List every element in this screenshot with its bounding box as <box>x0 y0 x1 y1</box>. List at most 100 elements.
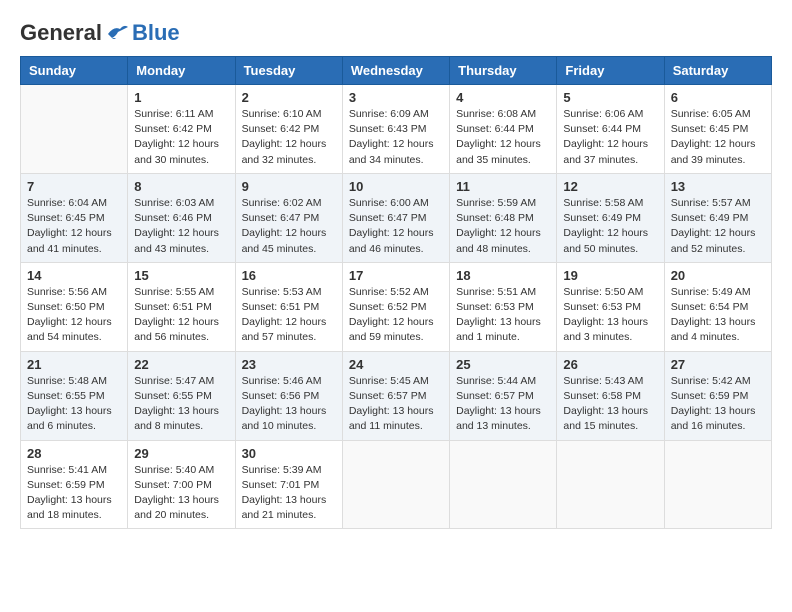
calendar-day-cell: 14 Sunrise: 5:56 AM Sunset: 6:50 PM Dayli… <box>21 262 128 351</box>
day-number: 22 <box>134 357 228 372</box>
day-number: 18 <box>456 268 550 283</box>
day-info: Sunrise: 6:11 AM Sunset: 6:42 PM Dayligh… <box>134 107 228 168</box>
day-number: 14 <box>27 268 121 283</box>
day-info: Sunrise: 6:10 AM Sunset: 6:42 PM Dayligh… <box>242 107 336 168</box>
calendar-day-cell: 9 Sunrise: 6:02 AM Sunset: 6:47 PM Daylig… <box>235 173 342 262</box>
calendar-day-cell: 23 Sunrise: 5:46 AM Sunset: 6:56 PM Dayli… <box>235 351 342 440</box>
day-info: Sunrise: 5:42 AM Sunset: 6:59 PM Dayligh… <box>671 374 765 435</box>
calendar-week-row: 21 Sunrise: 5:48 AM Sunset: 6:55 PM Dayli… <box>21 351 772 440</box>
day-number: 30 <box>242 446 336 461</box>
day-number: 13 <box>671 179 765 194</box>
calendar-day-cell <box>342 440 449 529</box>
day-number: 3 <box>349 90 443 105</box>
calendar-day-cell: 11 Sunrise: 5:59 AM Sunset: 6:48 PM Dayli… <box>450 173 557 262</box>
calendar-header-saturday: Saturday <box>664 57 771 85</box>
calendar-header-row: SundayMondayTuesdayWednesdayThursdayFrid… <box>21 57 772 85</box>
calendar-header-friday: Friday <box>557 57 664 85</box>
day-number: 6 <box>671 90 765 105</box>
day-info: Sunrise: 5:46 AM Sunset: 6:56 PM Dayligh… <box>242 374 336 435</box>
day-info: Sunrise: 5:40 AM Sunset: 7:00 PM Dayligh… <box>134 463 228 524</box>
day-number: 9 <box>242 179 336 194</box>
day-number: 5 <box>563 90 657 105</box>
calendar-header-monday: Monday <box>128 57 235 85</box>
day-number: 12 <box>563 179 657 194</box>
day-info: Sunrise: 5:49 AM Sunset: 6:54 PM Dayligh… <box>671 285 765 346</box>
calendar-day-cell: 27 Sunrise: 5:42 AM Sunset: 6:59 PM Dayli… <box>664 351 771 440</box>
day-info: Sunrise: 6:03 AM Sunset: 6:46 PM Dayligh… <box>134 196 228 257</box>
day-info: Sunrise: 5:48 AM Sunset: 6:55 PM Dayligh… <box>27 374 121 435</box>
calendar-day-cell: 4 Sunrise: 6:08 AM Sunset: 6:44 PM Daylig… <box>450 85 557 174</box>
calendar-table: SundayMondayTuesdayWednesdayThursdayFrid… <box>20 56 772 529</box>
calendar-day-cell: 17 Sunrise: 5:52 AM Sunset: 6:52 PM Dayli… <box>342 262 449 351</box>
day-info: Sunrise: 5:45 AM Sunset: 6:57 PM Dayligh… <box>349 374 443 435</box>
day-number: 23 <box>242 357 336 372</box>
day-number: 17 <box>349 268 443 283</box>
day-info: Sunrise: 6:02 AM Sunset: 6:47 PM Dayligh… <box>242 196 336 257</box>
day-info: Sunrise: 5:55 AM Sunset: 6:51 PM Dayligh… <box>134 285 228 346</box>
day-info: Sunrise: 5:39 AM Sunset: 7:01 PM Dayligh… <box>242 463 336 524</box>
day-number: 11 <box>456 179 550 194</box>
day-number: 8 <box>134 179 228 194</box>
page-header: General Blue <box>20 20 772 46</box>
calendar-day-cell: 10 Sunrise: 6:00 AM Sunset: 6:47 PM Dayli… <box>342 173 449 262</box>
day-number: 1 <box>134 90 228 105</box>
day-info: Sunrise: 5:47 AM Sunset: 6:55 PM Dayligh… <box>134 374 228 435</box>
calendar-day-cell: 15 Sunrise: 5:55 AM Sunset: 6:51 PM Dayli… <box>128 262 235 351</box>
calendar-week-row: 14 Sunrise: 5:56 AM Sunset: 6:50 PM Dayli… <box>21 262 772 351</box>
day-info: Sunrise: 6:04 AM Sunset: 6:45 PM Dayligh… <box>27 196 121 257</box>
calendar-day-cell: 6Sunrise: 6:05 AM Sunset: 6:45 PM Daylig… <box>664 85 771 174</box>
calendar-day-cell: 20 Sunrise: 5:49 AM Sunset: 6:54 PM Dayli… <box>664 262 771 351</box>
calendar-day-cell: 5Sunrise: 6:06 AM Sunset: 6:44 PM Daylig… <box>557 85 664 174</box>
day-info: Sunrise: 6:09 AM Sunset: 6:43 PM Dayligh… <box>349 107 443 168</box>
day-info: Sunrise: 5:56 AM Sunset: 6:50 PM Dayligh… <box>27 285 121 346</box>
day-number: 15 <box>134 268 228 283</box>
day-number: 26 <box>563 357 657 372</box>
logo: General Blue <box>20 20 180 46</box>
day-number: 19 <box>563 268 657 283</box>
day-number: 27 <box>671 357 765 372</box>
logo-blue: Blue <box>132 20 180 46</box>
day-number: 10 <box>349 179 443 194</box>
calendar-week-row: 1 Sunrise: 6:11 AM Sunset: 6:42 PM Daylig… <box>21 85 772 174</box>
calendar-header-thursday: Thursday <box>450 57 557 85</box>
calendar-day-cell: 19Sunrise: 5:50 AM Sunset: 6:53 PM Dayli… <box>557 262 664 351</box>
calendar-day-cell: 7 Sunrise: 6:04 AM Sunset: 6:45 PM Daylig… <box>21 173 128 262</box>
calendar-day-cell: 18Sunrise: 5:51 AM Sunset: 6:53 PM Dayli… <box>450 262 557 351</box>
calendar-week-row: 7 Sunrise: 6:04 AM Sunset: 6:45 PM Daylig… <box>21 173 772 262</box>
calendar-day-cell: 28 Sunrise: 5:41 AM Sunset: 6:59 PM Dayli… <box>21 440 128 529</box>
calendar-day-cell <box>450 440 557 529</box>
day-info: Sunrise: 5:53 AM Sunset: 6:51 PM Dayligh… <box>242 285 336 346</box>
calendar-day-cell: 29 Sunrise: 5:40 AM Sunset: 7:00 PM Dayli… <box>128 440 235 529</box>
calendar-header-sunday: Sunday <box>21 57 128 85</box>
day-info: Sunrise: 5:43 AM Sunset: 6:58 PM Dayligh… <box>563 374 657 435</box>
day-info: Sunrise: 5:44 AM Sunset: 6:57 PM Dayligh… <box>456 374 550 435</box>
day-info: Sunrise: 6:08 AM Sunset: 6:44 PM Dayligh… <box>456 107 550 168</box>
calendar-day-cell: 3 Sunrise: 6:09 AM Sunset: 6:43 PM Daylig… <box>342 85 449 174</box>
day-number: 4 <box>456 90 550 105</box>
day-number: 16 <box>242 268 336 283</box>
day-info: Sunrise: 6:00 AM Sunset: 6:47 PM Dayligh… <box>349 196 443 257</box>
calendar-day-cell: 21 Sunrise: 5:48 AM Sunset: 6:55 PM Dayli… <box>21 351 128 440</box>
day-info: Sunrise: 5:58 AM Sunset: 6:49 PM Dayligh… <box>563 196 657 257</box>
calendar-day-cell <box>21 85 128 174</box>
calendar-week-row: 28 Sunrise: 5:41 AM Sunset: 6:59 PM Dayli… <box>21 440 772 529</box>
day-number: 21 <box>27 357 121 372</box>
calendar-day-cell: 12 Sunrise: 5:58 AM Sunset: 6:49 PM Dayli… <box>557 173 664 262</box>
calendar-header-tuesday: Tuesday <box>235 57 342 85</box>
day-info: Sunrise: 5:41 AM Sunset: 6:59 PM Dayligh… <box>27 463 121 524</box>
day-number: 7 <box>27 179 121 194</box>
calendar-day-cell: 8 Sunrise: 6:03 AM Sunset: 6:46 PM Daylig… <box>128 173 235 262</box>
logo-general: General <box>20 20 102 46</box>
day-number: 28 <box>27 446 121 461</box>
calendar-day-cell <box>664 440 771 529</box>
day-number: 20 <box>671 268 765 283</box>
calendar-day-cell: 26 Sunrise: 5:43 AM Sunset: 6:58 PM Dayli… <box>557 351 664 440</box>
calendar-day-cell: 22 Sunrise: 5:47 AM Sunset: 6:55 PM Dayli… <box>128 351 235 440</box>
calendar-day-cell: 30 Sunrise: 5:39 AM Sunset: 7:01 PM Dayli… <box>235 440 342 529</box>
day-number: 24 <box>349 357 443 372</box>
day-info: Sunrise: 5:52 AM Sunset: 6:52 PM Dayligh… <box>349 285 443 346</box>
day-number: 29 <box>134 446 228 461</box>
calendar-day-cell <box>557 440 664 529</box>
day-info: Sunrise: 5:59 AM Sunset: 6:48 PM Dayligh… <box>456 196 550 257</box>
calendar-day-cell: 1 Sunrise: 6:11 AM Sunset: 6:42 PM Daylig… <box>128 85 235 174</box>
